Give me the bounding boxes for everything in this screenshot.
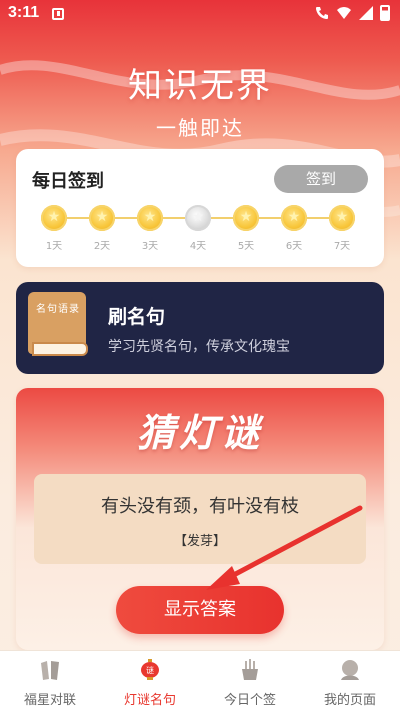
- book-label: 名句语录: [36, 304, 80, 315]
- hero-title: 知识无界: [128, 66, 272, 106]
- gold-coin-icon: [41, 205, 67, 231]
- day-label: 6天: [285, 241, 303, 252]
- signin-days: 1天 2天 3天 4天 5天 6天 7天: [40, 205, 360, 255]
- riddle-logo: 猜灯谜: [136, 410, 263, 455]
- nav-item-profile[interactable]: 我的页面: [300, 651, 400, 710]
- nav-item-couplet[interactable]: 福星对联: [0, 651, 100, 710]
- signin-day: 2天: [88, 205, 116, 252]
- signin-day: 1天: [40, 205, 68, 252]
- day-label: 7天: [333, 241, 351, 252]
- nav-label: 福星对联: [23, 693, 76, 708]
- book-icon: 名句语录: [28, 292, 90, 362]
- signin-day: 5天: [232, 205, 260, 252]
- riddle-question: 有头没有颈，有叶没有枝: [101, 496, 299, 517]
- silver-coin-icon: [185, 205, 211, 231]
- status-icons: [314, 5, 390, 21]
- nav-label: 灯谜名句: [123, 693, 176, 708]
- wifi-icon: [337, 7, 351, 19]
- signal-icon: [359, 6, 373, 20]
- gold-coin-icon: [329, 205, 355, 231]
- profile-icon: [341, 660, 359, 680]
- nav-label: 我的页面: [323, 693, 376, 708]
- svg-text:谜: 谜: [146, 665, 154, 675]
- nav-item-fortune[interactable]: 今日个签: [200, 651, 300, 710]
- signin-day: 3天: [136, 205, 164, 252]
- riddle-box: 有头没有颈，有叶没有枝 【发芽】: [34, 474, 366, 564]
- battery-icon: [380, 5, 390, 21]
- bottom-nav: 福星对联 谜 灯谜名句 今日个签 我的页面: [0, 650, 400, 710]
- quote-card[interactable]: 名句语录 刷名句 学习先贤名句，传承文化瑰宝: [16, 282, 384, 374]
- gold-coin-icon: [137, 205, 163, 231]
- signin-day: 6天: [280, 205, 308, 252]
- fortune-sticks-icon: [242, 659, 258, 680]
- nav-item-riddle[interactable]: 谜 灯谜名句: [100, 651, 200, 710]
- status-bar: 3:11: [0, 0, 400, 28]
- signin-title: 每日签到: [32, 171, 104, 192]
- status-time: 3:11: [8, 4, 40, 21]
- day-label: 5天: [237, 241, 255, 252]
- riddle-hint: 【发芽】: [173, 534, 226, 549]
- riddle-card: 猜灯谜 有头没有颈，有叶没有枝 【发芽】 显示答案: [16, 388, 384, 650]
- show-answer-button[interactable]: 显示答案: [116, 586, 284, 634]
- signin-day: 7天: [328, 205, 356, 252]
- signin-day: 4天: [184, 205, 212, 252]
- day-label: 4天: [189, 241, 207, 252]
- couplet-icon: [41, 661, 59, 680]
- gold-coin-icon: [281, 205, 307, 231]
- gold-coin-icon: [89, 205, 115, 231]
- signin-button[interactable]: 签到: [274, 165, 368, 193]
- gold-coin-icon: [233, 205, 259, 231]
- day-label: 2天: [93, 241, 111, 252]
- day-label: 1天: [45, 241, 63, 252]
- nav-label: 今日个签: [223, 693, 276, 708]
- day-label: 3天: [141, 241, 159, 252]
- notification-icon: [52, 8, 64, 20]
- daily-signin-card: 每日签到 签到 1天 2天 3天 4天 5天 6天 7天: [16, 149, 384, 267]
- quote-title: 刷名句: [108, 306, 166, 328]
- hero-subtitle: 一触即达: [156, 116, 244, 140]
- lantern-riddle-icon: 谜: [141, 659, 159, 680]
- quote-description: 学习先贤名句，传承文化瑰宝: [108, 339, 290, 355]
- wifi-call-icon: [316, 7, 328, 19]
- book-pages: [32, 342, 88, 356]
